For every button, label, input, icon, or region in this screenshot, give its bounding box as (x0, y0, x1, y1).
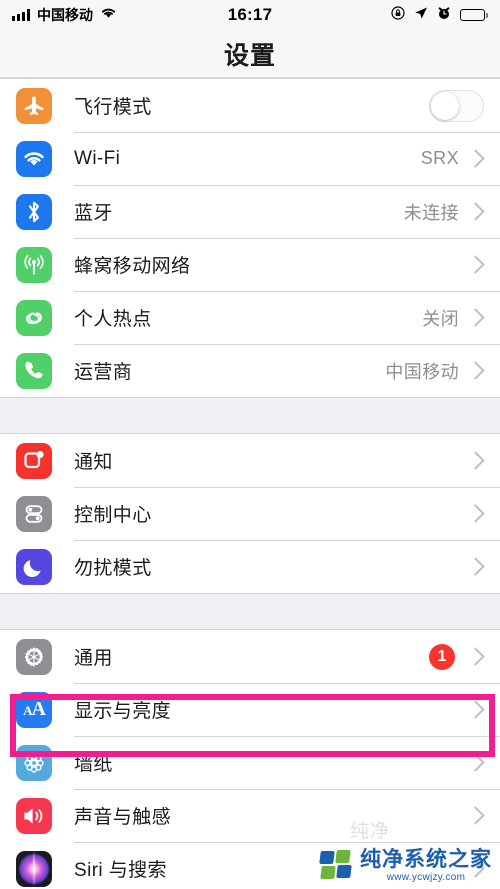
hotspot-value: 关闭 (422, 308, 459, 329)
settings-row-label: 通知 (74, 452, 113, 473)
settings-row-label: 显示与亮度 (74, 701, 172, 722)
status-bar-left: 中国移动 (12, 6, 117, 24)
iphone-settings-screen: 中国移动 16:17 设置 飞行模式 Wi-Fi SRX 蓝牙 未连接 蜂窝移动… (0, 0, 500, 889)
chevron-right-icon (466, 361, 485, 380)
watermark-ghost-text: 纯净 (349, 821, 390, 842)
chevron-right-icon (466, 647, 485, 666)
bluetooth-icon (16, 193, 52, 230)
settings-row-do-not-disturb[interactable]: 勿扰模式 (0, 540, 500, 593)
group-separator (0, 594, 500, 629)
chevron-right-icon (466, 202, 485, 221)
settings-row-carrier[interactable]: 运营商 中国移动 (0, 344, 500, 397)
nav-bar: 设置 (0, 30, 500, 78)
chevron-right-icon (466, 753, 485, 772)
cellular-icon (16, 246, 52, 283)
chevron-right-icon (466, 255, 485, 274)
gear-icon (16, 638, 52, 675)
rotation-lock-icon (391, 5, 405, 25)
settings-row-cellular[interactable]: 蜂窝移动网络 (0, 238, 500, 291)
watermark-url: www.ycwjzy.com (386, 872, 466, 883)
settings-list: 飞行模式 Wi-Fi SRX 蓝牙 未连接 蜂窝移动网络 个人热点 关闭 运营商… (0, 78, 500, 889)
settings-row-label: Wi-Fi (74, 147, 121, 169)
settings-row-label: 蓝牙 (74, 203, 113, 224)
phone-icon (16, 352, 52, 389)
chevron-right-icon (466, 557, 485, 576)
moon-icon (16, 548, 52, 585)
chevron-right-icon (466, 700, 485, 719)
chevron-right-icon (466, 308, 485, 327)
settings-row-airplane-mode[interactable]: 飞行模式 (0, 79, 500, 132)
siri-icon (16, 850, 52, 887)
watermark-logo-icon (319, 850, 354, 882)
settings-group-notifications: 通知 控制中心 勿扰模式 (0, 433, 500, 594)
settings-row-label: 通用 (74, 648, 113, 669)
settings-row-label: 蜂窝移动网络 (74, 256, 191, 277)
settings-row-notifications[interactable]: 通知 (0, 434, 500, 487)
notification-icon (16, 442, 52, 479)
aa-text-icon: AA (16, 691, 52, 728)
settings-row-label: 墙纸 (74, 754, 113, 775)
settings-row-label: 运营商 (74, 362, 133, 383)
location-arrow-icon (414, 6, 428, 25)
signal-bars-icon (12, 9, 30, 21)
control-center-icon (16, 495, 52, 532)
bluetooth-value: 未连接 (403, 202, 459, 223)
wifi-icon (100, 6, 117, 24)
settings-row-label: 勿扰模式 (74, 558, 152, 579)
wallpaper-icon (16, 744, 52, 781)
chevron-right-icon (466, 806, 485, 825)
alarm-clock-icon (437, 6, 451, 25)
watermark-text: 纯净系统之家 www.ycwjzy.com (360, 849, 492, 883)
settings-row-bluetooth[interactable]: 蓝牙 未连接 (0, 185, 500, 238)
airplane-icon (16, 87, 52, 124)
battery-icon (460, 9, 488, 21)
carrier-value: 中国移动 (385, 361, 459, 382)
settings-row-label: 个人热点 (74, 309, 152, 330)
settings-row-label: 飞行模式 (74, 97, 152, 118)
chevron-right-icon (466, 149, 485, 168)
speaker-icon (16, 797, 52, 834)
general-badge: 1 (429, 643, 455, 670)
settings-row-label: 控制中心 (74, 505, 152, 526)
chevron-right-icon (466, 451, 485, 470)
settings-row-sounds-and-haptics[interactable]: 声音与触感 (0, 789, 500, 842)
page-title: 设置 (223, 41, 276, 70)
settings-row-general[interactable]: 通用 1 (0, 630, 500, 683)
watermark: 纯净系统之家 www.ycwjzy.com (319, 849, 492, 883)
settings-row-wallpaper[interactable]: 墙纸 (0, 736, 500, 789)
status-bar-carrier: 中国移动 (37, 7, 93, 23)
settings-row-wifi[interactable]: Wi-Fi SRX (0, 132, 500, 185)
settings-row-personal-hotspot[interactable]: 个人热点 关闭 (0, 291, 500, 344)
airplane-mode-toggle[interactable] (429, 89, 484, 122)
wifi-value: SRX (420, 148, 459, 168)
settings-row-control-center[interactable]: 控制中心 (0, 487, 500, 540)
settings-group-connectivity: 飞行模式 Wi-Fi SRX 蓝牙 未连接 蜂窝移动网络 个人热点 关闭 运营商… (0, 78, 500, 398)
watermark-title: 纯净系统之家 (360, 848, 492, 871)
status-bar: 中国移动 16:17 (0, 0, 500, 30)
settings-row-display-and-brightness[interactable]: AA 显示与亮度 (0, 683, 500, 736)
hotspot-icon (16, 299, 52, 336)
status-bar-right (391, 5, 488, 25)
chevron-right-icon (466, 504, 485, 523)
settings-row-label: 声音与触感 (74, 807, 172, 828)
group-separator (0, 398, 500, 433)
wifi-icon (16, 140, 52, 177)
